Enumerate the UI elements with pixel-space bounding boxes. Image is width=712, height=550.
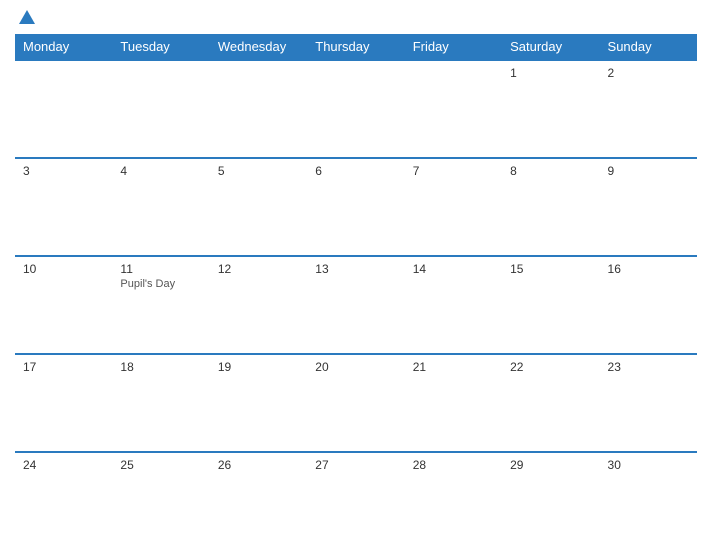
day-number: 8: [510, 164, 591, 178]
calendar-cell: 6: [307, 158, 404, 256]
day-number: 28: [413, 458, 494, 472]
day-number: 23: [608, 360, 689, 374]
calendar-cell: 18: [112, 354, 209, 452]
calendar-header: [15, 10, 697, 26]
day-number: 10: [23, 262, 104, 276]
calendar-cell: [307, 60, 404, 158]
day-number: 16: [608, 262, 689, 276]
calendar-cell: 28: [405, 452, 502, 540]
logo: [15, 10, 35, 26]
week-row-4: 17 18 19 20 21 22 23: [15, 354, 697, 452]
week-row-1: 12: [15, 60, 697, 158]
calendar-cell: 1: [502, 60, 599, 158]
calendar-cell: 9: [600, 158, 697, 256]
calendar-cell: 19: [210, 354, 307, 452]
calendar-cell: 29: [502, 452, 599, 540]
calendar-cell: 10: [15, 256, 112, 354]
calendar-cell: 27: [307, 452, 404, 540]
calendar-cell: 7: [405, 158, 502, 256]
day-number: 3: [23, 164, 104, 178]
weekday-header-row: MondayTuesdayWednesdayThursdayFridaySatu…: [15, 34, 697, 60]
calendar-cell: 23: [600, 354, 697, 452]
calendar-cell: 30: [600, 452, 697, 540]
day-number: 21: [413, 360, 494, 374]
calendar-cell: 15: [502, 256, 599, 354]
weekday-header-sunday: Sunday: [600, 34, 697, 60]
day-number: 26: [218, 458, 299, 472]
calendar-cell: [15, 60, 112, 158]
calendar-cell: 22: [502, 354, 599, 452]
day-number: 14: [413, 262, 494, 276]
week-row-5: 24 25 26 27 28 29 30: [15, 452, 697, 540]
day-number: 22: [510, 360, 591, 374]
day-number: 24: [23, 458, 104, 472]
calendar-table: MondayTuesdayWednesdayThursdayFridaySatu…: [15, 34, 697, 540]
day-number: 5: [218, 164, 299, 178]
calendar-cell: 24: [15, 452, 112, 540]
calendar-cell: [112, 60, 209, 158]
day-number: 9: [608, 164, 689, 178]
weekday-header-friday: Friday: [405, 34, 502, 60]
calendar-cell: 13: [307, 256, 404, 354]
calendar-cell: 26: [210, 452, 307, 540]
calendar-cell: [405, 60, 502, 158]
calendar-cell: 11 Pupil's Day: [112, 256, 209, 354]
calendar-cell: 4: [112, 158, 209, 256]
calendar-cell: 16: [600, 256, 697, 354]
day-number: 2: [608, 66, 689, 80]
weekday-header-wednesday: Wednesday: [210, 34, 307, 60]
day-number: 17: [23, 360, 104, 374]
day-number: 20: [315, 360, 396, 374]
day-number: 27: [315, 458, 396, 472]
weekday-header-monday: Monday: [15, 34, 112, 60]
calendar-cell: 8: [502, 158, 599, 256]
calendar-cell: 25: [112, 452, 209, 540]
calendar-cell: 3: [15, 158, 112, 256]
calendar-cell: 14: [405, 256, 502, 354]
day-number: 19: [218, 360, 299, 374]
day-number: 15: [510, 262, 591, 276]
calendar-cell: 21: [405, 354, 502, 452]
weekday-header-thursday: Thursday: [307, 34, 404, 60]
calendar-cell: [210, 60, 307, 158]
logo-triangle-icon: [19, 10, 35, 24]
weekday-header-tuesday: Tuesday: [112, 34, 209, 60]
weekday-header-saturday: Saturday: [502, 34, 599, 60]
day-number: 18: [120, 360, 201, 374]
day-number: 11: [120, 262, 201, 276]
week-row-2: 3 4 5 6 7 8 9: [15, 158, 697, 256]
day-number: 1: [510, 66, 591, 80]
day-number: 12: [218, 262, 299, 276]
day-number: 4: [120, 164, 201, 178]
holiday-label: Pupil's Day: [120, 278, 201, 290]
calendar-cell: 2: [600, 60, 697, 158]
day-number: 6: [315, 164, 396, 178]
calendar-cell: 20: [307, 354, 404, 452]
day-number: 7: [413, 164, 494, 178]
calendar-cell: 12: [210, 256, 307, 354]
day-number: 25: [120, 458, 201, 472]
calendar-cell: 17: [15, 354, 112, 452]
day-number: 13: [315, 262, 396, 276]
calendar-wrapper: MondayTuesdayWednesdayThursdayFridaySatu…: [0, 0, 712, 550]
calendar-cell: 5: [210, 158, 307, 256]
day-number: 29: [510, 458, 591, 472]
week-row-3: 10 11 Pupil's Day 12 13 14 15 16: [15, 256, 697, 354]
day-number: 30: [608, 458, 689, 472]
